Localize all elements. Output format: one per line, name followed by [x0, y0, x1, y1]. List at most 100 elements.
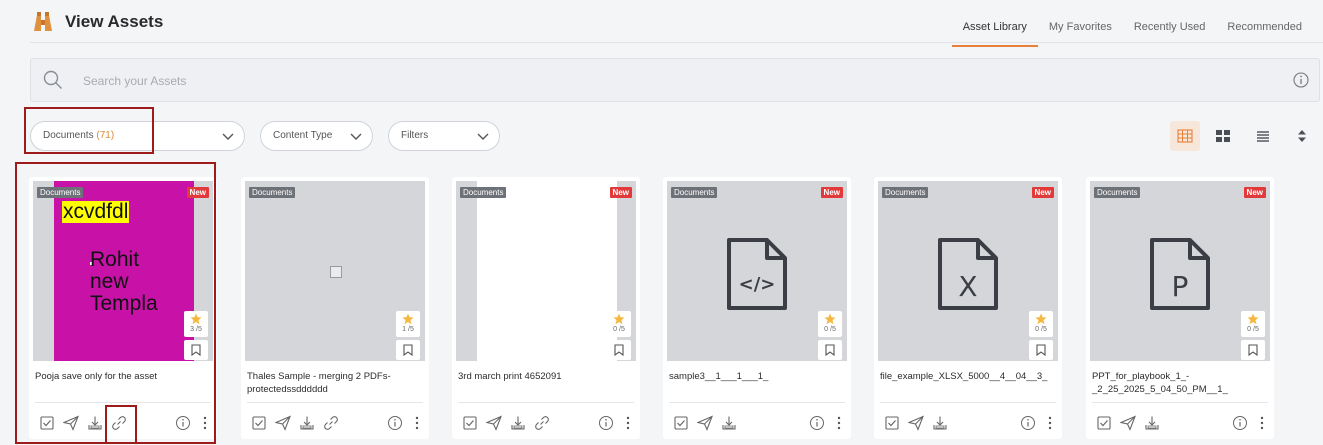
asset-card[interactable]: Documents 1 /5 Thales Sample - merging 2… [241, 177, 429, 439]
more-options-button[interactable] [1042, 415, 1058, 431]
info-icon[interactable] [1293, 72, 1309, 88]
rating-badge[interactable]: 0 /5 [1241, 311, 1265, 337]
asset-card[interactable]: X Documents New 0 /5 file_example_XLSX_5… [874, 177, 1062, 439]
asset-thumbnail[interactable]: Documents 1 /5 [245, 181, 425, 361]
download-icon [300, 416, 314, 430]
more-options-button[interactable] [620, 415, 636, 431]
asset-card[interactable]: </> Documents New 0 /5 sample3__1___1___… [663, 177, 851, 439]
star-icon [402, 313, 414, 325]
copy-link-button[interactable] [534, 415, 550, 431]
checkbox-icon [885, 416, 899, 430]
info-button[interactable] [1232, 415, 1248, 431]
tab-my-favorites[interactable]: My Favorites [1038, 21, 1123, 47]
checkbox-icon [463, 416, 477, 430]
checkbox-icon [252, 416, 266, 430]
tab-asset-library[interactable]: Asset Library [951, 21, 1038, 47]
share-button[interactable] [275, 415, 291, 431]
more-options-button[interactable] [831, 415, 847, 431]
info-button[interactable] [387, 415, 403, 431]
share-button[interactable] [63, 415, 79, 431]
select-checkbox[interactable] [39, 415, 55, 431]
select-checkbox[interactable] [251, 415, 267, 431]
asset-title[interactable]: 3rd march print 4652091 [458, 370, 634, 383]
asset-thumbnail[interactable]: xcvdfdl Rohit new Templa Documents New 3… [33, 181, 213, 361]
asset-card[interactable]: xcvdfdl Rohit new Templa Documents New 3… [29, 177, 217, 439]
download-button[interactable] [1144, 415, 1160, 431]
rating-badge[interactable]: 3 /5 [184, 311, 208, 337]
asset-thumbnail[interactable]: Documents New 0 /5 [456, 181, 636, 361]
info-button[interactable] [175, 415, 191, 431]
asset-card[interactable]: P Documents New 0 /5 PPT_for_playbook_1_… [1086, 177, 1274, 439]
share-button[interactable] [486, 415, 502, 431]
new-badge: New [186, 187, 209, 198]
rating-badge[interactable]: 0 /5 [1029, 311, 1053, 337]
more-options-button[interactable] [1254, 415, 1270, 431]
broken-image-icon [330, 266, 342, 278]
sort-icon [1298, 130, 1306, 142]
info-icon [599, 416, 613, 430]
asset-thumbnail[interactable]: P Documents New 0 /5 [1090, 181, 1270, 361]
asset-title[interactable]: sample3__1___1___1_ [669, 370, 845, 383]
asset-thumbnail[interactable]: </> Documents New 0 /5 [667, 181, 847, 361]
page-title: View Assets [65, 12, 164, 31]
asset-title[interactable]: PPT_for_playbook_1_-_2_25_2025_5_04_50_P… [1092, 370, 1268, 396]
more-options-button[interactable] [409, 415, 425, 431]
card-divider [1092, 402, 1268, 403]
copy-link-button[interactable] [323, 415, 339, 431]
more-options-button[interactable] [197, 415, 213, 431]
asset-thumbnail[interactable]: X Documents New 0 /5 [878, 181, 1058, 361]
download-button[interactable] [87, 415, 103, 431]
star-icon [824, 313, 836, 325]
download-button[interactable] [721, 415, 737, 431]
share-button[interactable] [697, 415, 713, 431]
bookmark-button[interactable] [818, 340, 842, 360]
bookmark-button[interactable] [607, 340, 631, 360]
bookmark-button[interactable] [1029, 340, 1053, 360]
send-icon [697, 415, 713, 431]
select-checkbox[interactable] [673, 415, 689, 431]
header-divider [30, 42, 1323, 43]
download-button[interactable] [932, 415, 948, 431]
filters-dropdown[interactable]: Filters [388, 121, 500, 151]
list-view-button[interactable] [1248, 121, 1278, 151]
rating-value: 0 /5 [1247, 326, 1259, 333]
tab-recently-used[interactable]: Recently Used [1123, 21, 1217, 47]
search-input[interactable] [83, 71, 1183, 91]
asset-card[interactable]: Documents New 0 /5 3rd march print 46520… [452, 177, 640, 439]
card-actions [667, 415, 847, 433]
sort-button[interactable] [1287, 121, 1317, 151]
documents-dropdown[interactable]: Documents (71) [30, 121, 245, 151]
select-checkbox[interactable] [1096, 415, 1112, 431]
bookmark-button[interactable] [1241, 340, 1265, 360]
select-checkbox[interactable] [884, 415, 900, 431]
grid-large-view-button[interactable] [1208, 121, 1238, 151]
download-button[interactable] [299, 415, 315, 431]
documents-count: (71) [96, 130, 115, 141]
download-icon [88, 416, 102, 430]
copy-link-button[interactable] [111, 415, 127, 431]
card-divider [35, 402, 211, 403]
documents-badge: Documents [37, 187, 84, 198]
info-button[interactable] [598, 415, 614, 431]
rating-badge[interactable]: 0 /5 [818, 311, 842, 337]
bookmark-button[interactable] [184, 340, 208, 360]
info-icon [1021, 416, 1035, 430]
grid-small-view-button[interactable] [1170, 121, 1200, 151]
documents-badge: Documents [249, 187, 296, 198]
select-checkbox[interactable] [462, 415, 478, 431]
asset-title[interactable]: file_example_XLSX_5000__4__04__3_ [880, 370, 1056, 383]
card-actions [1090, 415, 1270, 433]
asset-title[interactable]: Pooja save only for the asset [35, 370, 211, 383]
link-icon [112, 416, 126, 430]
share-button[interactable] [1120, 415, 1136, 431]
tab-recommended[interactable]: Recommended [1216, 21, 1313, 47]
bookmark-button[interactable] [396, 340, 420, 360]
info-button[interactable] [809, 415, 825, 431]
download-button[interactable] [510, 415, 526, 431]
rating-badge[interactable]: 1 /5 [396, 311, 420, 337]
rating-badge[interactable]: 0 /5 [607, 311, 631, 337]
share-button[interactable] [908, 415, 924, 431]
content-type-dropdown[interactable]: Content Type [260, 121, 373, 151]
info-button[interactable] [1020, 415, 1036, 431]
asset-title[interactable]: Thales Sample - merging 2 PDFs- protecte… [247, 370, 423, 396]
